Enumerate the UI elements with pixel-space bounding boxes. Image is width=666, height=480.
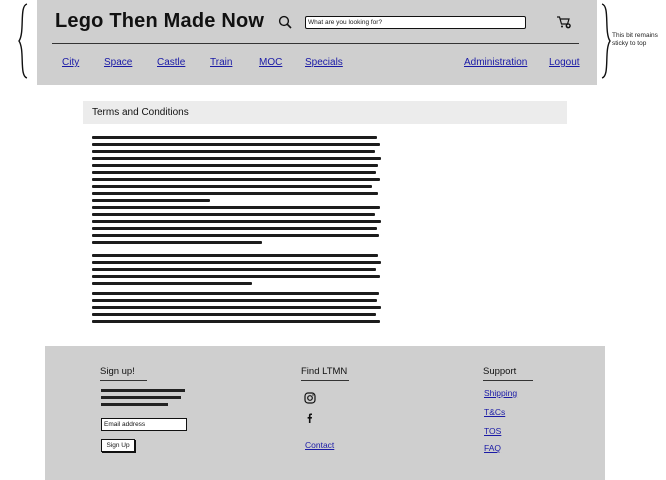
nav-logout[interactable]: Logout	[549, 57, 580, 68]
support-underline	[483, 380, 533, 381]
nav-space[interactable]: Space	[104, 57, 132, 68]
page-title: Terms and Conditions	[92, 107, 189, 118]
terms-paragraph	[92, 136, 382, 206]
nav-castle[interactable]: Castle	[157, 57, 185, 68]
header-divider	[52, 43, 579, 44]
search-input[interactable]: What are you looking for?	[305, 16, 526, 29]
find-underline	[301, 380, 349, 381]
terms-paragraph	[92, 254, 382, 289]
nav-moc[interactable]: MOC	[259, 57, 282, 68]
contact-link[interactable]: Contact	[305, 440, 334, 450]
faq-link[interactable]: FAQ	[484, 443, 501, 453]
nav-administration[interactable]: Administration	[464, 57, 527, 68]
shipping-link[interactable]: Shipping	[484, 388, 517, 398]
signup-blurb	[101, 396, 181, 399]
signup-blurb	[101, 389, 185, 392]
footer: Sign up! Email address Sign Up Find LTMN…	[45, 346, 605, 480]
sign-up-button[interactable]: Sign Up	[101, 439, 135, 452]
tos-link[interactable]: TOS	[484, 426, 501, 436]
find-heading: Find LTMN	[301, 366, 348, 377]
terms-paragraph	[92, 292, 382, 327]
tcs-link[interactable]: T&Cs	[484, 407, 505, 417]
section-title-bar: Terms and Conditions	[83, 101, 567, 124]
cart-icon[interactable]	[556, 15, 572, 29]
email-field[interactable]: Email address	[101, 418, 187, 431]
facebook-icon[interactable]	[304, 412, 316, 424]
sticky-header: Lego Then Made Now What are you looking …	[37, 0, 597, 85]
app-title: Lego Then Made Now	[55, 10, 265, 32]
nav-train[interactable]: Train	[210, 57, 232, 68]
signup-heading: Sign up!	[100, 366, 135, 377]
support-heading: Support	[483, 366, 517, 377]
sticky-note: This bit remains sticky to top	[612, 32, 658, 47]
nav-city[interactable]: City	[62, 57, 79, 68]
instagram-icon[interactable]	[304, 392, 316, 404]
signup-blurb	[101, 403, 168, 406]
brace-left-icon	[18, 3, 28, 79]
terms-paragraph	[92, 206, 382, 248]
brace-right-icon	[601, 3, 611, 79]
nav-specials[interactable]: Specials	[305, 57, 343, 68]
search-icon[interactable]	[278, 15, 292, 29]
signup-underline	[100, 380, 147, 381]
